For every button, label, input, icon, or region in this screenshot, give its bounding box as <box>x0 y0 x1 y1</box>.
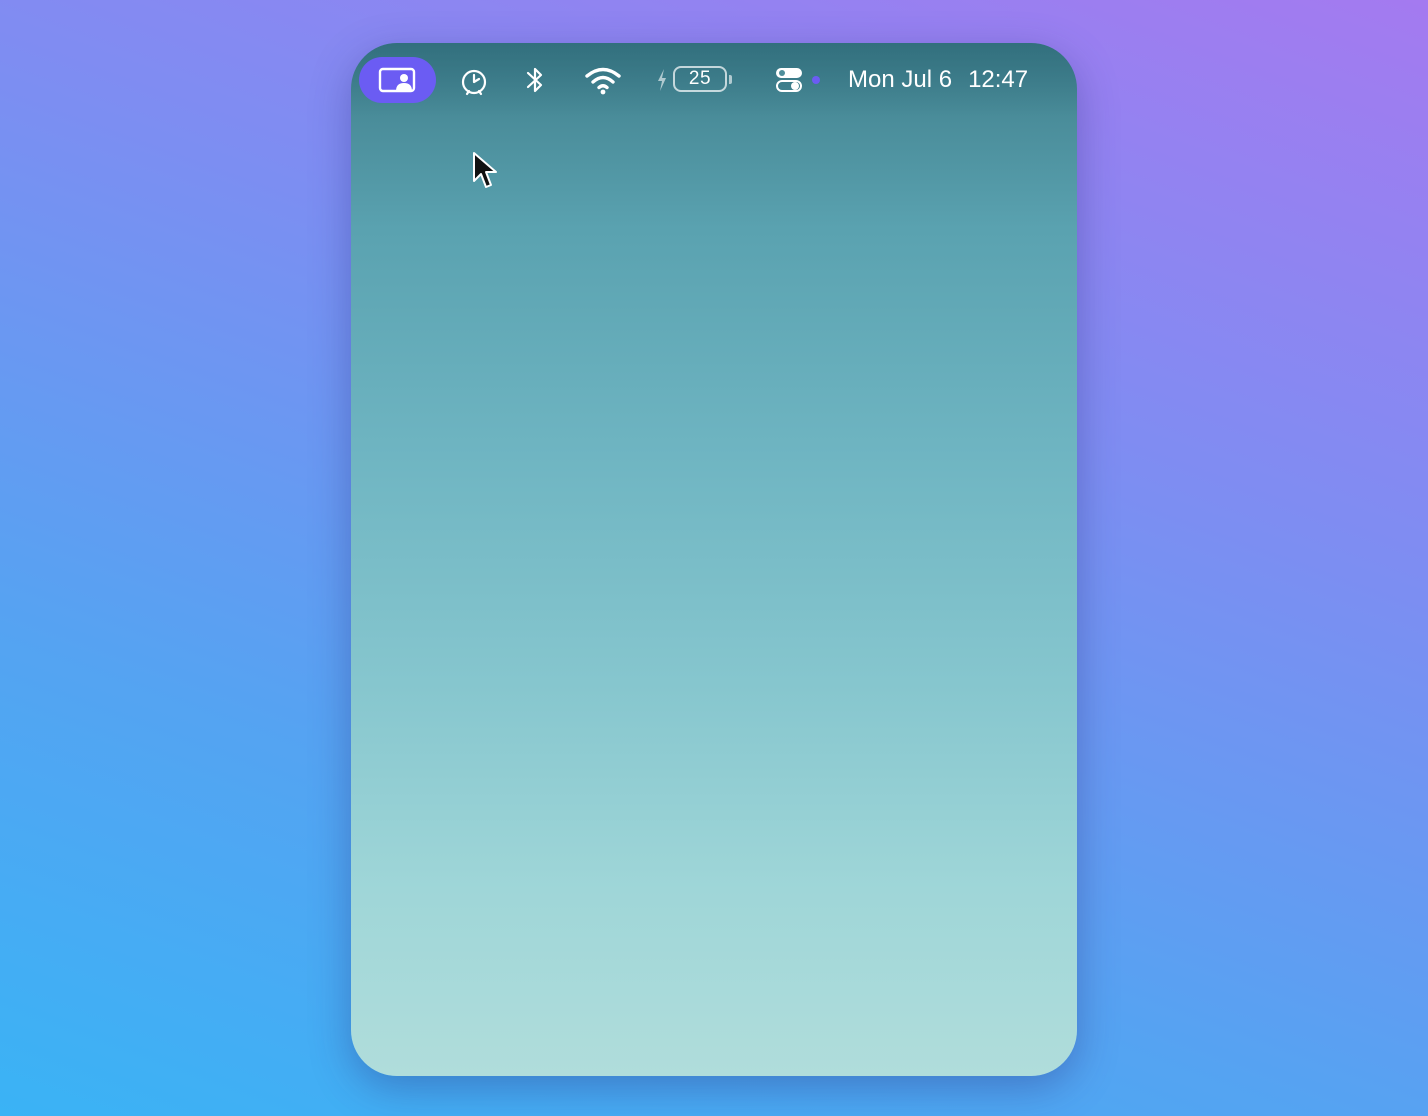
clock-icon[interactable] <box>458 65 490 97</box>
bluetooth-icon[interactable] <box>523 63 547 97</box>
battery-level: 25 <box>688 68 712 89</box>
device-screen: 25 Mon Jul 6 12:47 <box>351 43 1077 1076</box>
battery-nub <box>729 75 732 84</box>
control-center-icon[interactable] <box>775 67 803 93</box>
time-label: 12:47 <box>968 66 1029 93</box>
pointer-cursor-icon <box>473 152 497 188</box>
menu-bar-clock[interactable]: Mon Jul 6 12:47 <box>848 65 1028 95</box>
battery-icon: 25 <box>673 66 727 92</box>
menu-bar: 25 Mon Jul 6 12:47 <box>351 43 1077 117</box>
charging-bolt-icon <box>658 69 666 91</box>
date-label: Mon Jul 6 <box>848 66 953 93</box>
control-center-indicator-dot <box>812 76 820 84</box>
wifi-icon[interactable] <box>584 65 622 95</box>
screen-person-icon <box>378 67 415 93</box>
screen-person-app-button[interactable] <box>359 57 436 103</box>
battery-status[interactable]: 25 <box>656 66 736 94</box>
